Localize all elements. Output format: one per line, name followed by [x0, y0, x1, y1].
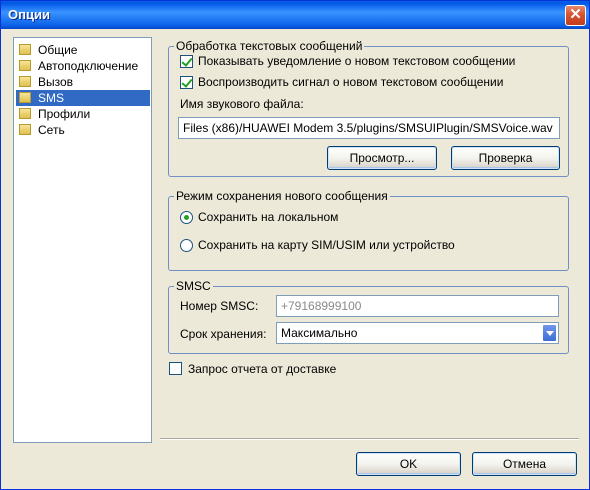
sms-processing-legend: Обработка текстовых сообщений — [174, 39, 365, 53]
tree-item-label: SMS — [38, 91, 65, 105]
save-local-radio[interactable] — [180, 211, 193, 224]
delivery-report-checkbox[interactable] — [169, 362, 182, 375]
validity-period-select[interactable]: Максимально — [276, 322, 559, 344]
footer-separator — [160, 438, 579, 440]
save-sim-label: Сохранить на карту SIM/USIM или устройст… — [198, 238, 455, 252]
test-sound-button[interactable]: Проверка — [451, 146, 560, 170]
save-mode-group: Режим сохранения нового сообщения Сохран… — [168, 189, 569, 271]
tree-item-label: Профили — [38, 107, 91, 121]
tree-item-sms[interactable]: SMS — [16, 90, 150, 106]
cancel-button[interactable]: Отмена — [472, 452, 577, 476]
close-icon: ✕ — [569, 6, 582, 23]
save-local-label: Сохранить на локальном — [198, 210, 339, 224]
tree-item-label: Вызов — [38, 75, 74, 89]
options-dialog: Опции ✕ Общие Автоподключение Вызов SMS … — [0, 0, 590, 490]
window-title: Опции — [8, 7, 50, 22]
options-tree: Общие Автоподключение Вызов SMS Профили … — [13, 37, 152, 443]
play-sound-label: Воспроизводить сигнал о новом текстовом … — [198, 75, 504, 89]
smsc-number-field[interactable]: +79168999100 — [276, 295, 559, 317]
folder-icon — [19, 124, 31, 135]
title-bar[interactable]: Опции ✕ — [1, 1, 589, 29]
folder-icon — [19, 76, 31, 87]
tree-item-network[interactable]: Сеть — [16, 122, 150, 138]
close-button[interactable]: ✕ — [565, 5, 586, 26]
save-sim-radio[interactable] — [180, 239, 193, 252]
save-mode-legend: Режим сохранения нового сообщения — [174, 189, 390, 203]
smsc-group: SMSC Номер SMSC: +79168999100 Срок хране… — [168, 279, 569, 354]
sound-file-field[interactable]: Files (x86)/HUAWEI Modem 3.5/plugins/SMS… — [178, 117, 560, 139]
sms-processing-group: Обработка текстовых сообщений Показывать… — [168, 39, 569, 177]
validity-period-value: Максимально — [281, 326, 358, 340]
browse-button[interactable]: Просмотр... — [327, 146, 437, 170]
sound-file-label: Имя звукового файла: — [180, 97, 304, 111]
validity-period-label: Срок хранения: — [180, 327, 267, 341]
tree-item-call[interactable]: Вызов — [16, 74, 150, 90]
folder-icon — [19, 60, 31, 71]
tree-item-autoconnect[interactable]: Автоподключение — [16, 58, 150, 74]
play-sound-checkbox[interactable] — [180, 76, 193, 89]
smsc-legend: SMSC — [174, 279, 213, 293]
show-notification-checkbox[interactable] — [180, 55, 193, 68]
folder-icon — [19, 92, 31, 103]
tree-item-general[interactable]: Общие — [16, 42, 150, 58]
chevron-down-icon[interactable] — [542, 324, 557, 342]
folder-icon — [19, 108, 31, 119]
tree-item-label: Автоподключение — [38, 59, 139, 73]
tree-item-profiles[interactable]: Профили — [16, 106, 150, 122]
tree-item-label: Общие — [38, 43, 78, 57]
delivery-report-label: Запрос отчета от доставке — [188, 362, 337, 376]
ok-button[interactable]: OK — [356, 452, 461, 476]
tree-item-label: Сеть — [38, 123, 65, 137]
smsc-number-label: Номер SMSC: — [180, 299, 259, 313]
folder-icon — [19, 44, 31, 55]
show-notification-label: Показывать уведомление о новом текстовом… — [198, 54, 516, 68]
